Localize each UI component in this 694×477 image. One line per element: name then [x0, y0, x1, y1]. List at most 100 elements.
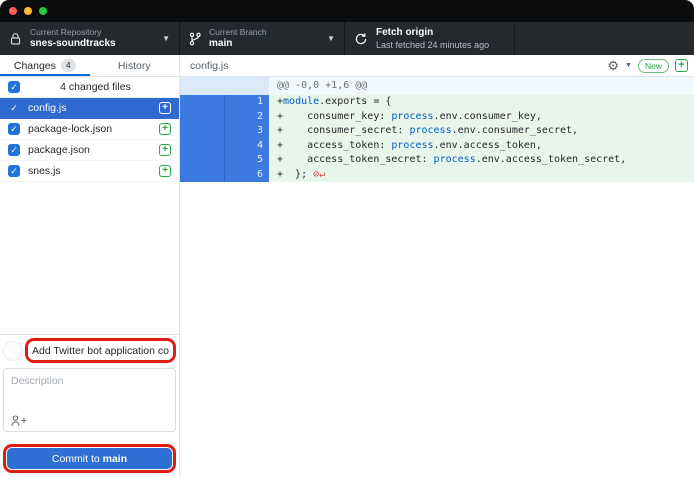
branch-text: Current Branch main	[209, 27, 323, 50]
tab-history-label: History	[118, 60, 151, 72]
added-status-icon: +	[159, 102, 171, 114]
old-line-number[interactable]	[180, 139, 224, 154]
added-status-icon: +	[159, 123, 171, 135]
new-line-gutter[interactable]	[224, 77, 269, 95]
diff-view: @@ -0,0 +1,6 @@ 1+module.exports = {2+ c…	[180, 77, 694, 182]
chevron-down-icon[interactable]: ▼	[625, 62, 632, 69]
changed-file-list: ✓ config.js + ✓ package-lock.json + ✓ package.j…	[0, 98, 179, 182]
file-name: package-lock.json	[28, 123, 151, 135]
select-all-checkbox[interactable]: ✓	[8, 81, 20, 93]
file-row-snes.js[interactable]: ✓ snes.js +	[0, 161, 179, 182]
new-line-number[interactable]: 2	[224, 110, 269, 125]
current-repository-button[interactable]: Current Repository snes-soundtracks ▼	[0, 22, 180, 55]
diff-line-3[interactable]: 3+ consumer_secret: process.env.consumer…	[180, 124, 694, 139]
fetch-text: Fetch origin Last fetched 24 minutes ago	[376, 27, 505, 51]
fetch-label: Fetch origin	[376, 27, 505, 39]
changes-count-badge: 4	[61, 59, 76, 72]
new-line-number[interactable]: 4	[224, 139, 269, 154]
current-branch-button[interactable]: Current Branch main ▼	[180, 22, 345, 55]
new-line-number[interactable]: 3	[224, 124, 269, 139]
fetch-origin-button[interactable]: Fetch origin Last fetched 24 minutes ago	[345, 22, 515, 55]
sidebar-empty-space	[0, 182, 179, 334]
file-checkbox[interactable]: ✓	[8, 102, 20, 114]
changed-files-count: 4 changed files	[20, 81, 171, 93]
code-text: + }; ⊘↵	[269, 168, 694, 183]
added-status-icon: +	[159, 165, 171, 177]
changed-files-header: ✓ 4 changed files	[0, 77, 179, 98]
file-row-package-lock.json[interactable]: ✓ package-lock.json +	[0, 119, 179, 140]
summary-annotation-highlight	[25, 338, 176, 363]
commit-description-field[interactable]: Description	[3, 368, 176, 432]
code-text: + access_token_secret: process.env.acces…	[269, 153, 694, 168]
minimize-window-button[interactable]	[24, 7, 32, 15]
branch-label: Current Branch	[209, 27, 323, 38]
old-line-number[interactable]	[180, 95, 224, 110]
tab-changes[interactable]: Changes 4	[0, 55, 90, 76]
old-line-number[interactable]	[180, 110, 224, 125]
added-file-icon: +	[675, 59, 688, 72]
fetch-status: Last fetched 24 minutes ago	[376, 39, 505, 51]
commit-summary-row	[3, 338, 176, 363]
commit-summary-input[interactable]	[28, 342, 173, 360]
titlebar	[0, 0, 694, 22]
diff-line-6[interactable]: 6+ }; ⊘↵	[180, 168, 694, 183]
repository-name: snes-soundtracks	[30, 38, 158, 50]
file-checkbox[interactable]: ✓	[8, 123, 20, 135]
commit-to-main-button[interactable]: Commit to main	[7, 448, 172, 469]
github-desktop-window: Current Repository snes-soundtracks ▼ Cu…	[0, 0, 694, 477]
old-line-number[interactable]	[180, 153, 224, 168]
diff-file-name: config.js	[190, 60, 229, 72]
sync-icon	[354, 32, 368, 46]
toolbar: Current Repository snes-soundtracks ▼ Cu…	[0, 22, 694, 55]
diff-line-4[interactable]: 4+ access_token: process.env.access_toke…	[180, 139, 694, 154]
file-row-package.json[interactable]: ✓ package.json +	[0, 140, 179, 161]
lock-icon	[9, 32, 22, 46]
repository-text: Current Repository snes-soundtracks	[30, 27, 158, 50]
diff-panel: config.js ⚙ ▼ New + @@ -0,0 +1,6 @@ 1+mo…	[180, 55, 694, 477]
diff-line-2[interactable]: 2+ consumer_key: process.env.consumer_ke…	[180, 110, 694, 125]
diff-header-actions: ⚙ ▼ New +	[607, 59, 688, 73]
close-window-button[interactable]	[9, 7, 17, 15]
code-text: + access_token: process.env.access_token…	[269, 139, 694, 154]
diff-header: config.js ⚙ ▼ New +	[180, 55, 694, 77]
diff-lines: 1+module.exports = {2+ consumer_key: pro…	[180, 95, 694, 182]
new-line-number[interactable]: 6	[224, 168, 269, 183]
chevron-down-icon: ▼	[162, 34, 170, 43]
diff-empty-space	[180, 182, 694, 477]
old-line-number[interactable]	[180, 168, 224, 183]
branch-icon	[189, 32, 201, 46]
code-text: + consumer_key: process.env.consumer_key…	[269, 110, 694, 125]
file-checkbox[interactable]: ✓	[8, 165, 20, 177]
file-name: package.json	[28, 144, 151, 156]
description-placeholder: Description	[11, 375, 168, 387]
tab-history[interactable]: History	[90, 55, 180, 76]
old-line-gutter[interactable]	[180, 77, 224, 95]
chevron-down-icon: ▼	[327, 34, 335, 43]
added-status-icon: +	[159, 144, 171, 156]
file-name: config.js	[28, 102, 151, 114]
avatar	[3, 341, 23, 361]
file-row-config.js[interactable]: ✓ config.js +	[0, 98, 179, 119]
content: Changes 4 History ✓ 4 changed files ✓ con…	[0, 55, 694, 477]
diff-line-1[interactable]: 1+module.exports = {	[180, 95, 694, 110]
zoom-window-button[interactable]	[39, 7, 47, 15]
sidebar: Changes 4 History ✓ 4 changed files ✓ con…	[0, 55, 180, 477]
file-status-new-badge: New	[638, 59, 669, 73]
add-coauthor-icon[interactable]	[11, 415, 28, 427]
code-text: + consumer_secret: process.env.consumer_…	[269, 124, 694, 139]
file-name: snes.js	[28, 165, 151, 177]
gear-icon[interactable]: ⚙	[607, 59, 619, 72]
new-line-number[interactable]: 1	[224, 95, 269, 110]
file-checkbox[interactable]: ✓	[8, 144, 20, 156]
code-text: +module.exports = {	[269, 95, 694, 110]
commit-button-annotation-highlight: Commit to main	[3, 444, 176, 473]
diff-line-5[interactable]: 5+ access_token_secret: process.env.acce…	[180, 153, 694, 168]
traffic-lights	[9, 7, 47, 15]
branch-name: main	[209, 38, 323, 50]
repository-label: Current Repository	[30, 27, 158, 38]
sidebar-tabs: Changes 4 History	[0, 55, 179, 77]
hunk-header-text: @@ -0,0 +1,6 @@	[269, 77, 694, 95]
hunk-header-row: @@ -0,0 +1,6 @@	[180, 77, 694, 95]
new-line-number[interactable]: 5	[224, 153, 269, 168]
old-line-number[interactable]	[180, 124, 224, 139]
